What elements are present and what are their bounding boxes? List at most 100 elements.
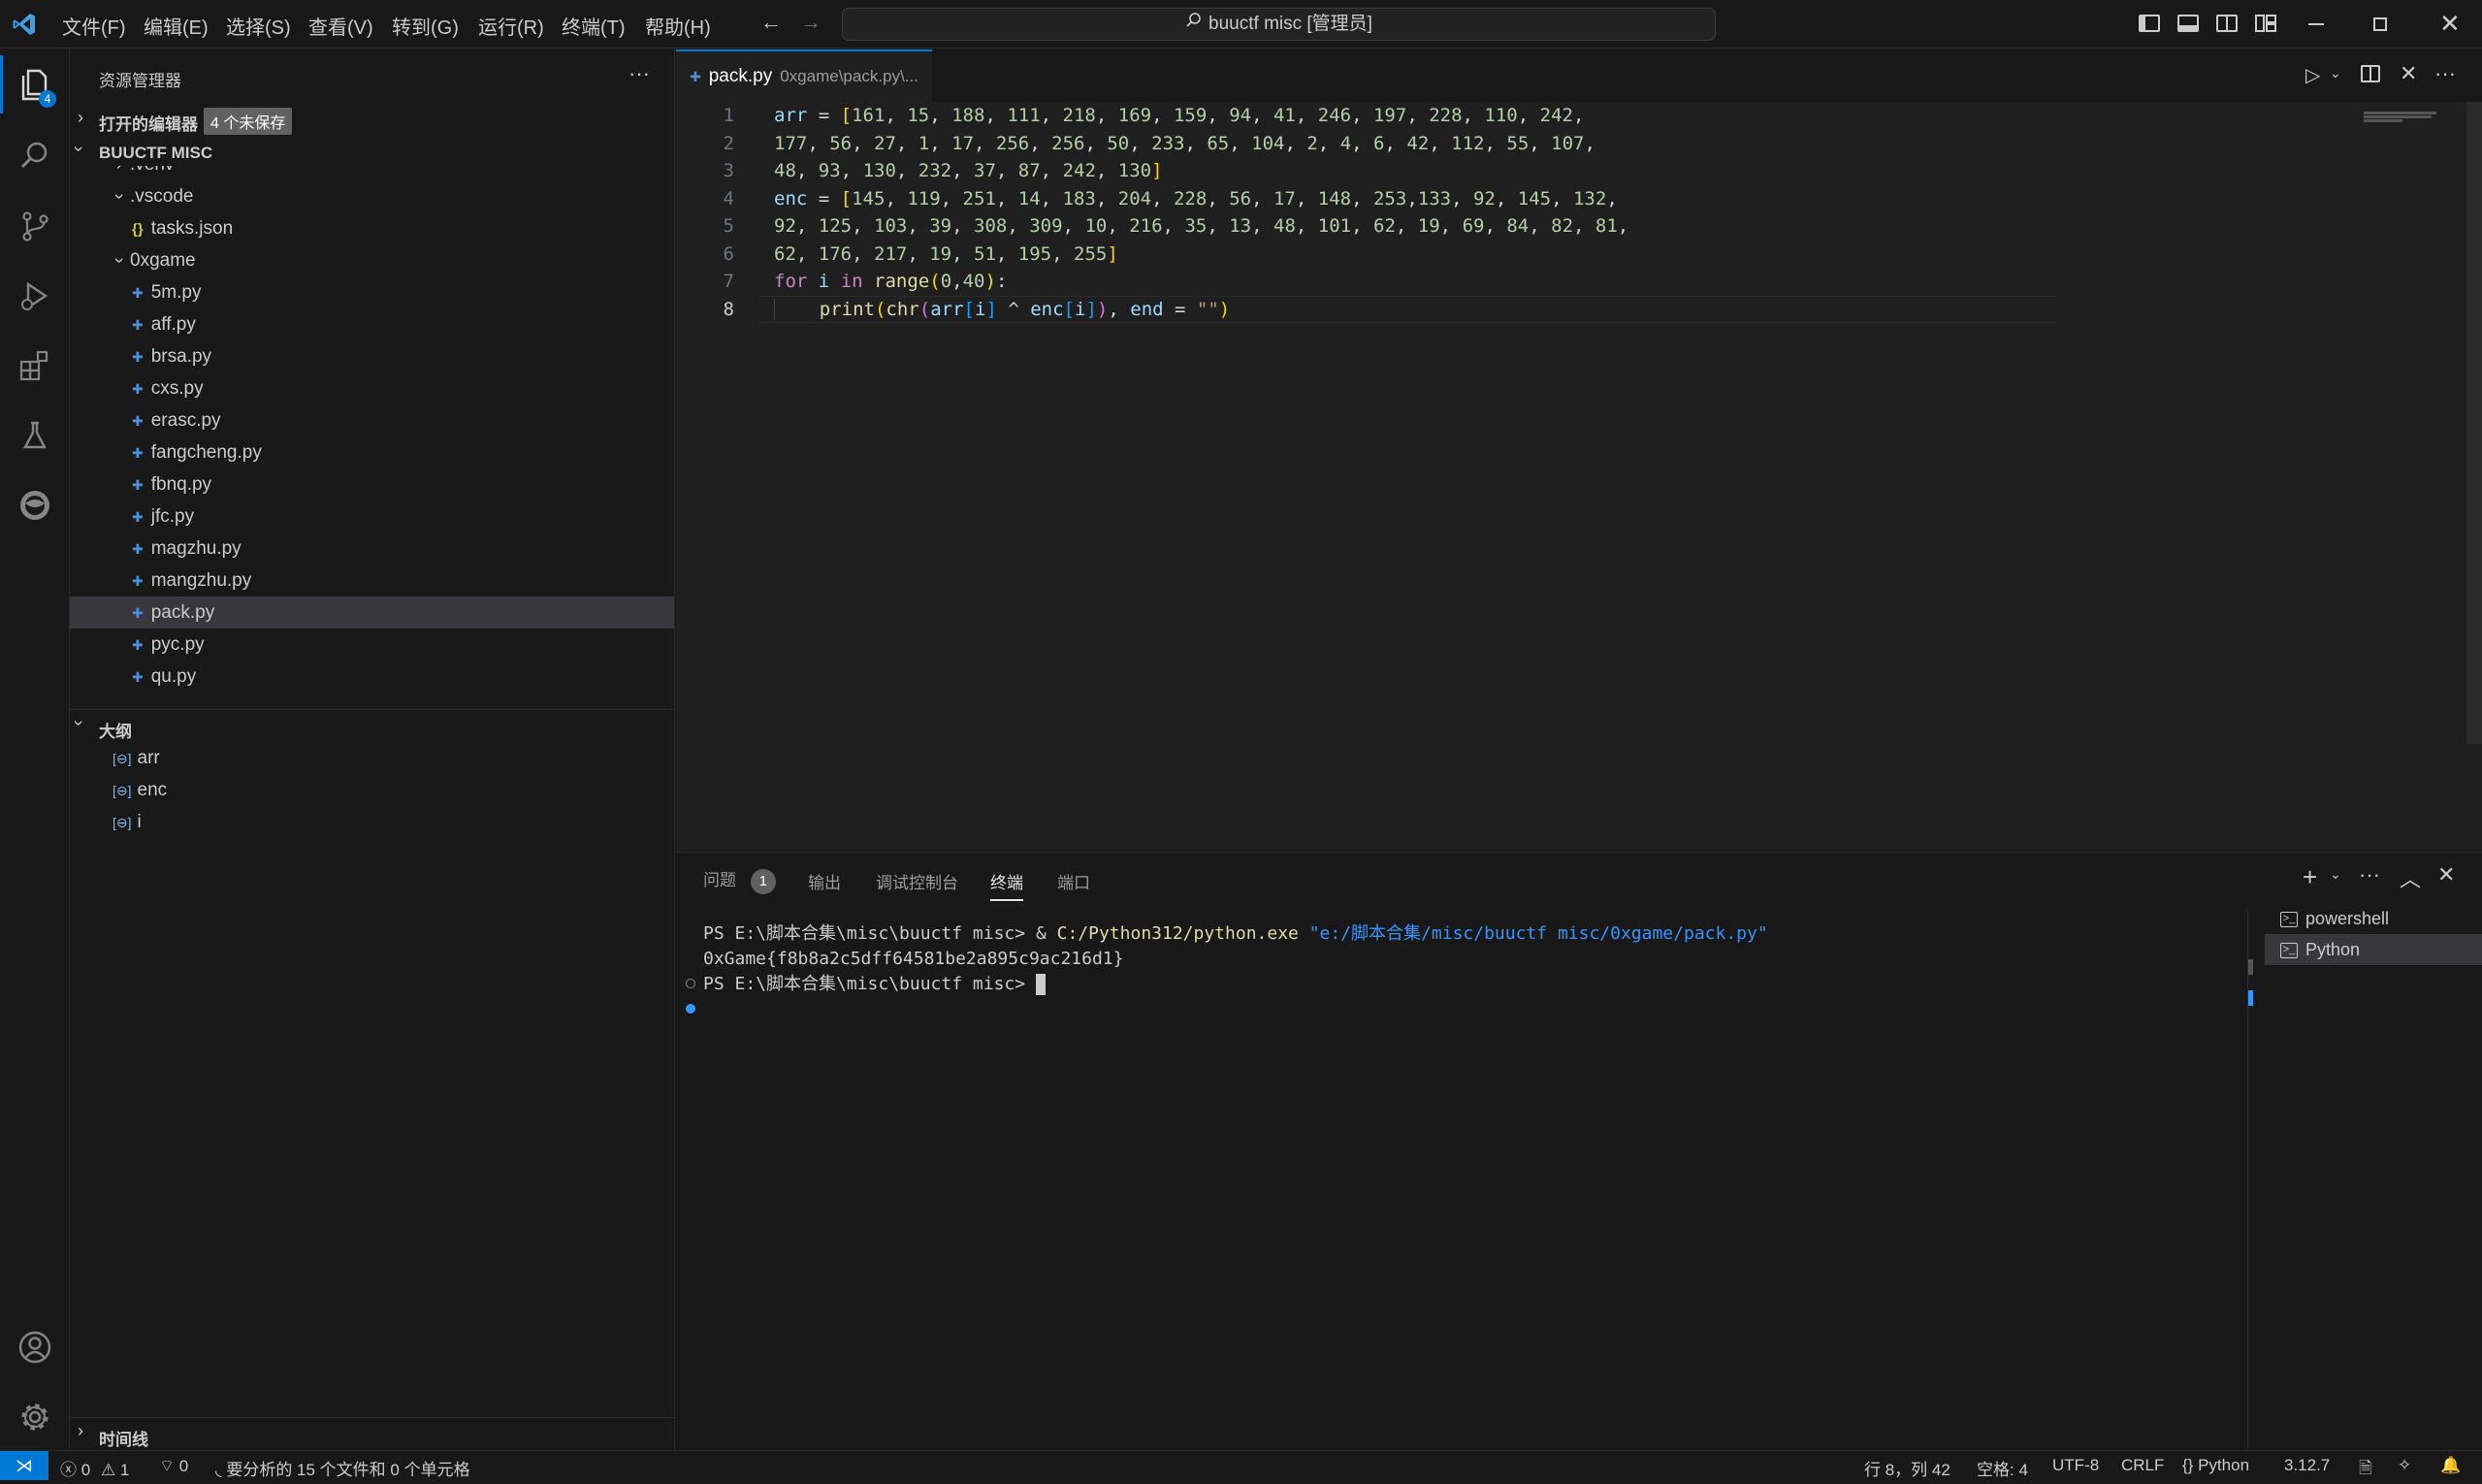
error-icon: ⓧ bbox=[60, 1461, 77, 1479]
toggle-secondary-sidebar-icon[interactable] bbox=[2216, 15, 2238, 32]
tree-item[interactable]: ✚ fbnq.py bbox=[70, 468, 674, 500]
ports-status[interactable]: ⌔ 0 bbox=[159, 1456, 188, 1476]
restore-icon[interactable] bbox=[2373, 17, 2387, 31]
close-window-icon[interactable]: ✕ bbox=[2439, 9, 2461, 39]
tree-item[interactable]: ✚ pyc.py bbox=[70, 629, 674, 661]
remote-explorer-icon[interactable] bbox=[0, 474, 70, 536]
toggle-primary-sidebar-icon[interactable] bbox=[2139, 15, 2160, 32]
analysis-status[interactable]: ◟ 要分析的 15 个文件和 0 个单元格 bbox=[215, 1456, 470, 1480]
tree-item[interactable]: ✚ magzhu.py bbox=[70, 532, 674, 565]
terminal-list-item-powershell[interactable]: >_ powershell bbox=[2265, 903, 2482, 934]
customize-layout-icon[interactable] bbox=[2255, 15, 2276, 32]
close-panel-icon[interactable]: ✕ bbox=[2437, 862, 2455, 887]
tree-item[interactable]: ›.vscode bbox=[70, 180, 674, 212]
problems-status[interactable]: ⓧ 0 ⚠ 1 bbox=[60, 1456, 129, 1480]
language-mode[interactable]: {} Python bbox=[2182, 1456, 2249, 1475]
tree-item[interactable]: ›0xgame bbox=[70, 244, 674, 276]
tree-item[interactable]: ✚ jfc.py bbox=[70, 500, 674, 532]
forward-arrow-icon[interactable]: → bbox=[800, 10, 822, 35]
notifications-bell-icon[interactable]: 🔔 bbox=[2440, 1456, 2461, 1475]
tree-item[interactable]: ✚ brsa.py bbox=[70, 340, 674, 372]
search-view-icon[interactable] bbox=[0, 125, 70, 187]
outline-label: 大纲 bbox=[99, 723, 132, 741]
tab-ports[interactable]: 端口 bbox=[1057, 869, 1090, 893]
tree-item[interactable]: ✚ fangcheng.py bbox=[70, 436, 674, 468]
menu-go[interactable]: 转到(G) bbox=[392, 12, 459, 40]
menu-run[interactable]: 运行(R) bbox=[478, 12, 544, 40]
tab-problems[interactable]: 问题 1 bbox=[703, 866, 776, 894]
tree-item[interactable]: {} tasks.json bbox=[70, 212, 674, 244]
editor-tab-pack[interactable]: ✚ pack.py 0xgame\pack.py\... bbox=[676, 49, 932, 102]
tree-item[interactable]: ✚ mangzhu.py bbox=[70, 565, 674, 597]
line-number: 4 bbox=[723, 187, 734, 210]
chevron-right-icon: › bbox=[78, 108, 83, 127]
tree-item[interactable]: › .venv bbox=[70, 166, 674, 180]
more-actions-icon[interactable]: ··· bbox=[629, 61, 650, 86]
outline-item-i[interactable]: [⊖] i bbox=[113, 806, 142, 838]
cursor-position[interactable]: 行 8，列 42 bbox=[1864, 1456, 1950, 1480]
source-control-icon[interactable] bbox=[0, 195, 70, 257]
tree-item[interactable]: ✚ qu.py bbox=[70, 661, 674, 693]
settings-gear-icon[interactable] bbox=[0, 1386, 70, 1448]
code-content[interactable]: arr = [161, 15, 188, 111, 218, 169, 159,… bbox=[774, 102, 2054, 323]
menu-help[interactable]: 帮助(H) bbox=[645, 12, 711, 40]
editor-scrollbar[interactable] bbox=[2466, 102, 2482, 744]
outline-item-arr[interactable]: [⊖] arr bbox=[113, 742, 160, 774]
run-python-file-icon[interactable]: ▷ bbox=[2305, 63, 2320, 87]
tree-item[interactable]: ✚ erasc.py bbox=[70, 404, 674, 436]
workspace-root-section[interactable]: › BUUCTF MISC bbox=[70, 139, 674, 166]
bottom-panel: 问题 1 输出 调试控制台 终端 端口 + ⌄ ··· ︿ ✕ PS E:\脚本… bbox=[676, 852, 2482, 1451]
outline-item-enc[interactable]: [⊖] enc bbox=[113, 774, 167, 806]
menu-selection[interactable]: 选择(S) bbox=[226, 12, 291, 40]
timeline-header[interactable]: › 时间线 bbox=[70, 1421, 674, 1449]
new-terminal-icon[interactable]: + bbox=[2303, 862, 2317, 892]
menu-file[interactable]: 文件(F) bbox=[62, 12, 126, 40]
python-file-icon: ✚ bbox=[132, 477, 144, 493]
testing-icon[interactable] bbox=[0, 404, 70, 467]
account-icon[interactable] bbox=[0, 1316, 70, 1378]
chevron-down-icon[interactable]: ⌄ bbox=[2330, 866, 2341, 883]
minimap[interactable] bbox=[2354, 102, 2451, 179]
minimize-icon[interactable] bbox=[2308, 23, 2324, 25]
outline-section[interactable] bbox=[70, 709, 674, 710]
variable-icon: [⊖] bbox=[113, 783, 132, 798]
tab-debug-console[interactable]: 调试控制台 bbox=[876, 869, 958, 893]
outline-header[interactable]: › 大纲 bbox=[70, 713, 674, 742]
explorer-icon[interactable]: 4 bbox=[0, 53, 70, 115]
chevron-down-icon[interactable]: ⌄ bbox=[2330, 65, 2341, 81]
tree-item[interactable]: ✚ cxs.py bbox=[70, 372, 674, 404]
tree-item[interactable]: ✚ 5m.py bbox=[70, 276, 674, 308]
menu-edit[interactable]: 编辑(E) bbox=[144, 12, 209, 40]
extensions-icon[interactable] bbox=[0, 335, 70, 397]
split-editor-icon[interactable] bbox=[2361, 65, 2380, 82]
tree-item[interactable]: ✚ aff.py bbox=[70, 308, 674, 340]
toggle-panel-icon[interactable] bbox=[2177, 15, 2199, 32]
menu-terminal[interactable]: 终端(T) bbox=[562, 12, 626, 40]
open-editors-section[interactable]: › 打开的编辑器 4 个未保存 bbox=[70, 106, 674, 135]
tab-terminal[interactable]: 终端 bbox=[990, 869, 1023, 901]
menu-view[interactable]: 查看(V) bbox=[308, 12, 373, 40]
close-editor-icon[interactable]: ✕ bbox=[2400, 61, 2417, 86]
remote-indicator[interactable]: ⋊ bbox=[0, 1451, 48, 1480]
copilot-icon[interactable]: ✧ bbox=[2398, 1456, 2411, 1475]
line-ending[interactable]: CRLF bbox=[2121, 1456, 2164, 1475]
tree-item[interactable]: ✚ pack.py bbox=[70, 597, 674, 629]
encoding[interactable]: UTF-8 bbox=[2052, 1456, 2099, 1475]
tree-item-label: fbnq.py bbox=[150, 474, 212, 495]
python-file-icon: ✚ bbox=[132, 413, 144, 429]
editor-more-icon[interactable]: ··· bbox=[2434, 61, 2456, 86]
terminal-exe: C:/Python312/python.exe bbox=[1056, 923, 1299, 944]
maximize-panel-icon[interactable]: ︿ bbox=[2400, 862, 2421, 893]
panel-more-icon[interactable]: ··· bbox=[2359, 862, 2380, 887]
run-debug-icon[interactable] bbox=[0, 265, 70, 327]
line-number: 5 bbox=[723, 215, 734, 237]
terminal-output[interactable]: PS E:\脚本合集\misc\buuctf misc> & C:/Python… bbox=[703, 921, 1945, 997]
indentation[interactable]: 空格: 4 bbox=[1977, 1456, 2028, 1480]
tab-output[interactable]: 输出 bbox=[808, 869, 841, 893]
terminal-prompt: PS E:\脚本合集\misc\buuctf misc> bbox=[703, 923, 1036, 944]
back-arrow-icon[interactable]: ← bbox=[760, 10, 782, 35]
terminal-list-item-python[interactable]: >_ Python bbox=[2265, 934, 2482, 965]
command-center[interactable]: buuctf misc [管理员] bbox=[842, 8, 1716, 41]
line-number: 7 bbox=[723, 271, 734, 292]
python-version[interactable]: 3.12.7 bbox=[2284, 1456, 2330, 1475]
